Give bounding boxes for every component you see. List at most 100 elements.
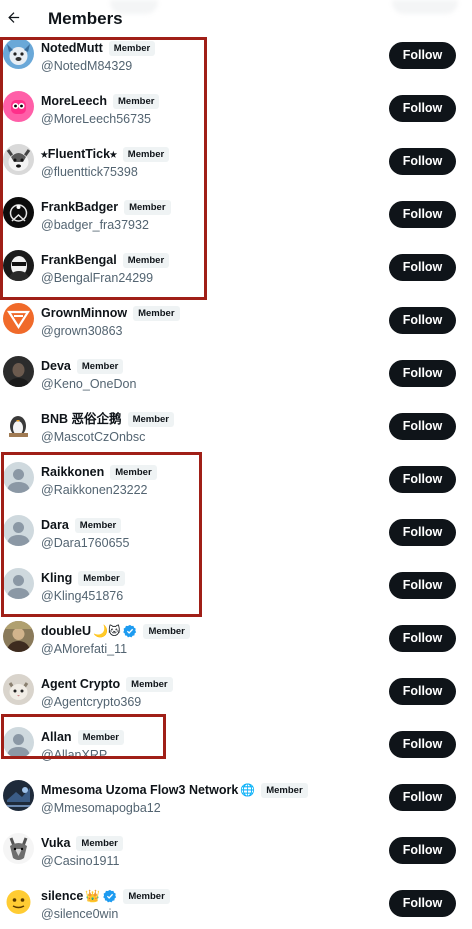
member-row[interactable]: Mmesoma Uzoma Flow3 Network 🌐 Member @Mmeso… bbox=[0, 770, 472, 823]
member-handle[interactable]: @Dara1760655 bbox=[41, 535, 129, 551]
member-handle[interactable]: @silence0win bbox=[41, 906, 118, 922]
member-handle[interactable]: @grown30863 bbox=[41, 323, 123, 339]
follow-button[interactable]: Follow bbox=[389, 572, 456, 599]
follow-button[interactable]: Follow bbox=[389, 837, 456, 864]
page-header: Members bbox=[0, 0, 472, 38]
member-badge: Member bbox=[76, 358, 124, 374]
member-handle[interactable]: @Kling451876 bbox=[41, 588, 123, 604]
member-name-line: silence 👑 Member bbox=[41, 887, 170, 905]
member-row[interactable]: Vuka Member @Casino1911 Follow bbox=[0, 823, 472, 876]
follow-button[interactable]: Follow bbox=[389, 466, 456, 493]
emoji-face-avatar[interactable] bbox=[3, 886, 34, 917]
member-row[interactable]: Deva Member @Keno_OneDon Follow bbox=[0, 346, 472, 399]
name-emoji: 👑 bbox=[85, 889, 101, 903]
member-handle[interactable]: @Raikkonen23222 bbox=[41, 482, 148, 498]
follow-button[interactable]: Follow bbox=[389, 625, 456, 652]
member-handle[interactable]: @Agentcrypto369 bbox=[41, 694, 141, 710]
member-name[interactable]: GrownMinnow bbox=[41, 305, 127, 321]
member-row[interactable]: doubleU 🌙🐱 Member @AMorefati_11 Follow bbox=[0, 611, 472, 664]
photo-avatar[interactable] bbox=[3, 621, 34, 652]
member-name[interactable]: FrankBengal bbox=[41, 252, 117, 268]
member-name[interactable]: MoreLeech bbox=[41, 93, 107, 109]
follow-button[interactable]: Follow bbox=[389, 731, 456, 758]
member-handle[interactable]: @Casino1911 bbox=[41, 853, 119, 869]
member-badge: Member bbox=[122, 252, 170, 268]
member-badge: Member bbox=[133, 305, 180, 321]
member-row[interactable]: Raikkonen Member @Raikkonen23222 Follow bbox=[0, 452, 472, 505]
penguin-avatar[interactable] bbox=[3, 409, 34, 440]
back-button[interactable] bbox=[2, 6, 24, 28]
follow-button[interactable]: Follow bbox=[389, 784, 456, 811]
follow-button[interactable]: Follow bbox=[389, 254, 456, 281]
cat-avatar[interactable] bbox=[3, 674, 34, 705]
follow-button[interactable]: Follow bbox=[389, 360, 456, 387]
member-row[interactable]: BNB 恶俗企鹅 Member @MascotCzOnbsc Follow bbox=[0, 399, 472, 452]
member-name[interactable]: Allan bbox=[41, 729, 72, 745]
member-handle[interactable]: @fluenttick75398 bbox=[41, 164, 138, 180]
default-avatar[interactable] bbox=[3, 462, 34, 493]
abstract-avatar[interactable] bbox=[3, 780, 34, 811]
member-name[interactable]: Raikkonen bbox=[41, 464, 104, 480]
member-row[interactable]: silence 👑 Member @silence0win Follow bbox=[0, 876, 472, 929]
follow-button[interactable]: Follow bbox=[389, 148, 456, 175]
member-name[interactable]: Vuka bbox=[41, 835, 70, 851]
member-name[interactable]: Agent Crypto bbox=[41, 676, 120, 692]
follow-button[interactable]: Follow bbox=[389, 519, 456, 546]
member-badge: Member bbox=[113, 93, 160, 109]
member-badge: Member bbox=[123, 888, 170, 904]
follow-button[interactable]: Follow bbox=[389, 413, 456, 440]
member-row[interactable]: MoreLeech Member @MoreLeech56735 Follow bbox=[0, 81, 472, 134]
member-row[interactable]: Dara Member @Dara1760655 Follow bbox=[0, 505, 472, 558]
member-handle[interactable]: @NotedM84329 bbox=[41, 58, 132, 74]
member-handle[interactable]: @BengalFran24299 bbox=[41, 270, 153, 286]
member-name[interactable]: BNB 恶俗企鹅 bbox=[41, 411, 122, 427]
dark-portrait-avatar[interactable] bbox=[3, 356, 34, 387]
member-row[interactable]: GrownMinnow Member @grown30863 Follow bbox=[0, 293, 472, 346]
follow-button[interactable]: Follow bbox=[389, 890, 456, 917]
member-row[interactable]: Agent Crypto Member @Agentcrypto369 Follow bbox=[0, 664, 472, 717]
name-emoji: 🌐 bbox=[240, 783, 256, 797]
follow-button[interactable]: Follow bbox=[389, 678, 456, 705]
member-row[interactable]: ⭑FluentTick⭑ Member @fluenttick75398 Follow bbox=[0, 134, 472, 187]
member-row[interactable]: FrankBadger Member @badger_fra37932 Follow bbox=[0, 187, 472, 240]
follow-button[interactable]: Follow bbox=[389, 42, 456, 69]
member-name[interactable]: Deva bbox=[41, 358, 71, 374]
member-handle[interactable]: @Mmesomapogba12 bbox=[41, 800, 161, 816]
member-name-line: Mmesoma Uzoma Flow3 Network 🌐 Member bbox=[41, 781, 308, 799]
member-row[interactable]: Kling Member @Kling451876 Follow bbox=[0, 558, 472, 611]
follow-button[interactable]: Follow bbox=[389, 307, 456, 334]
member-badge: Member bbox=[78, 570, 125, 586]
badger-avatar[interactable] bbox=[3, 197, 34, 228]
member-name[interactable]: Mmesoma Uzoma Flow3 Network bbox=[41, 782, 238, 798]
blue-dog-avatar[interactable] bbox=[3, 38, 34, 69]
member-name-line: FrankBengal Member bbox=[41, 251, 170, 269]
member-list: NotedMutt Member @NotedM84329 Follow MoreLee… bbox=[0, 28, 472, 929]
member-handle[interactable]: @Keno_OneDon bbox=[41, 376, 136, 392]
member-name[interactable]: ⭑FluentTick⭑ bbox=[41, 146, 117, 162]
member-name[interactable]: silence bbox=[41, 888, 83, 904]
follow-button[interactable]: Follow bbox=[389, 201, 456, 228]
default-avatar[interactable] bbox=[3, 568, 34, 599]
member-name[interactable]: NotedMutt bbox=[41, 40, 103, 56]
member-name-line: ⭑FluentTick⭑ Member bbox=[41, 145, 170, 163]
default-avatar[interactable] bbox=[3, 515, 34, 546]
masked-face-avatar[interactable] bbox=[3, 250, 34, 281]
member-name[interactable]: doubleU bbox=[41, 623, 91, 639]
orange-logo-avatar[interactable] bbox=[3, 303, 34, 334]
member-row[interactable]: FrankBengal Member @BengalFran24299 Follow bbox=[0, 240, 472, 293]
member-handle[interactable]: @MoreLeech56735 bbox=[41, 111, 151, 127]
member-name[interactable]: FrankBadger bbox=[41, 199, 118, 215]
wolf-avatar[interactable] bbox=[3, 833, 34, 864]
member-handle[interactable]: @MascotCzOnbsc bbox=[41, 429, 145, 445]
member-name[interactable]: Dara bbox=[41, 517, 69, 533]
follow-button[interactable]: Follow bbox=[389, 95, 456, 122]
default-avatar[interactable] bbox=[3, 727, 34, 758]
member-handle[interactable]: @AllanXRP bbox=[41, 747, 107, 763]
verified-badge-icon bbox=[123, 624, 137, 638]
member-handle[interactable]: @AMorefati_11 bbox=[41, 641, 127, 657]
member-row[interactable]: Allan Member @AllanXRP Follow bbox=[0, 717, 472, 770]
husky-avatar[interactable] bbox=[3, 144, 34, 175]
member-handle[interactable]: @badger_fra37932 bbox=[41, 217, 149, 233]
pink-creature-avatar[interactable] bbox=[3, 91, 34, 122]
member-name[interactable]: Kling bbox=[41, 570, 72, 586]
